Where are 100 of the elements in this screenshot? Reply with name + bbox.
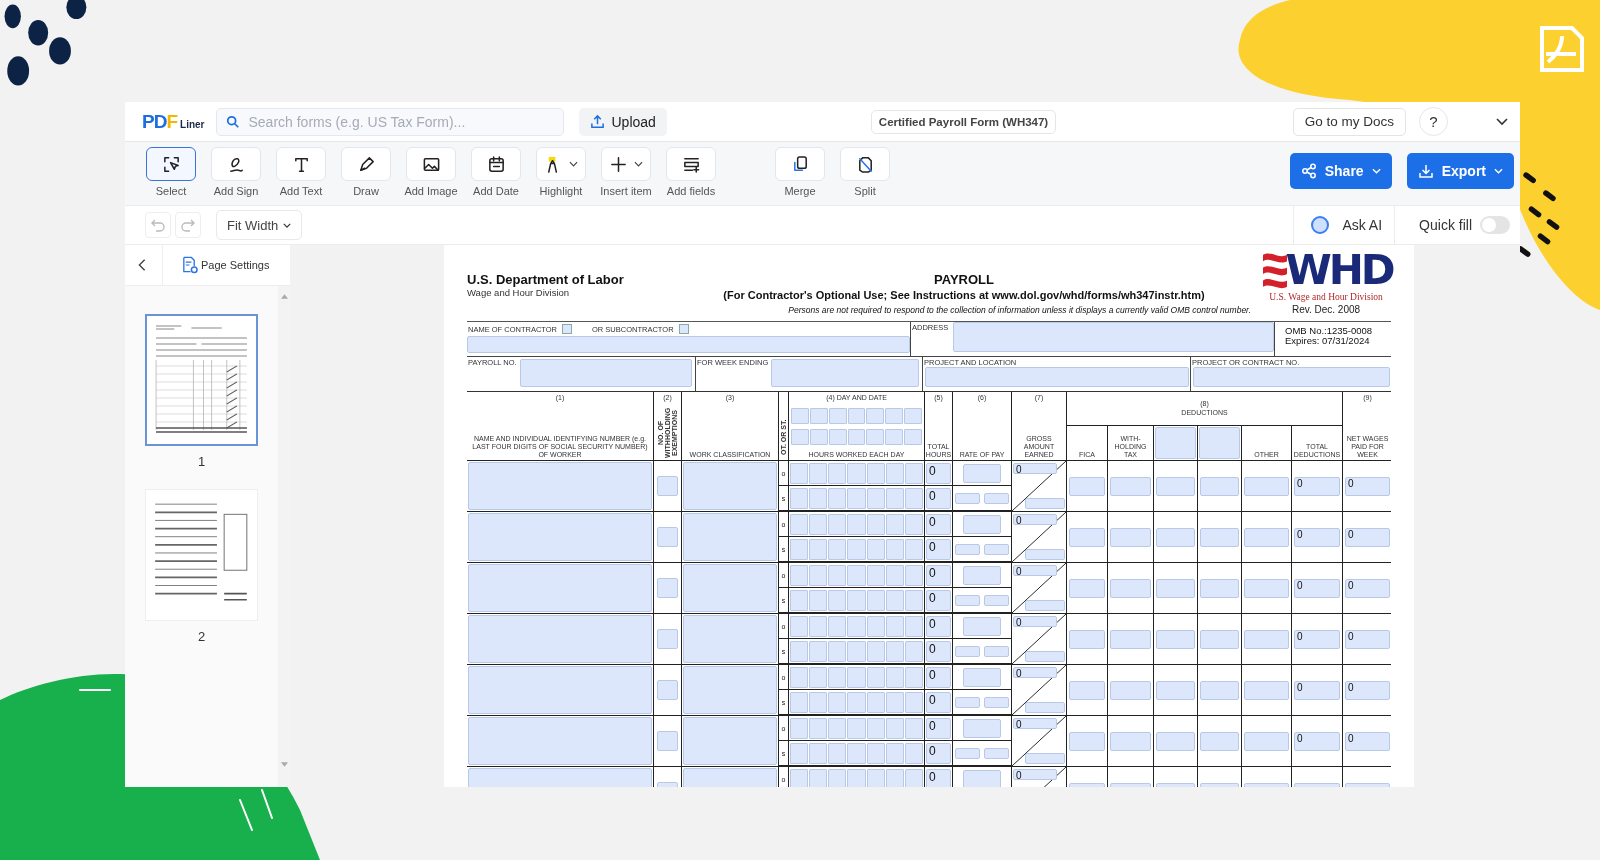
form-field[interactable]: [963, 463, 1001, 483]
form-field[interactable]: [866, 717, 885, 739]
form-field[interactable]: [963, 769, 1001, 787]
form-field[interactable]: [1200, 476, 1239, 496]
checkbox[interactable]: [678, 323, 689, 334]
form-field[interactable]: [809, 742, 828, 764]
form-field[interactable]: [828, 742, 847, 764]
form-field[interactable]: 0: [1294, 578, 1340, 598]
form-field[interactable]: [790, 742, 809, 764]
form-field[interactable]: [847, 513, 866, 535]
form-field[interactable]: 0: [1345, 680, 1390, 700]
form-field[interactable]: [847, 407, 866, 424]
form-field[interactable]: [1200, 527, 1239, 547]
form-field[interactable]: 0: [1013, 514, 1057, 525]
form-field[interactable]: [828, 768, 847, 787]
form-field[interactable]: [1193, 367, 1390, 387]
form-field[interactable]: [984, 543, 1009, 555]
form-field[interactable]: [963, 667, 1001, 687]
export-button[interactable]: Export: [1406, 153, 1514, 189]
form-field[interactable]: [963, 616, 1001, 636]
form-field[interactable]: [790, 589, 809, 611]
form-field[interactable]: [809, 407, 828, 424]
form-field[interactable]: 0: [1345, 527, 1390, 547]
form-field[interactable]: [866, 487, 885, 509]
form-field[interactable]: [828, 589, 847, 611]
form-field[interactable]: [984, 594, 1009, 606]
form-field[interactable]: [828, 691, 847, 713]
form-field[interactable]: 0: [926, 768, 951, 787]
form-field[interactable]: [984, 645, 1009, 657]
form-field[interactable]: [683, 666, 777, 714]
form-field[interactable]: [847, 564, 866, 586]
form-field[interactable]: [828, 666, 847, 688]
form-field[interactable]: [683, 717, 777, 765]
form-field[interactable]: [1025, 651, 1065, 662]
form-field[interactable]: [790, 487, 809, 509]
form-field[interactable]: [790, 691, 809, 713]
form-field[interactable]: [904, 589, 923, 611]
form-field[interactable]: [904, 691, 923, 713]
form-field[interactable]: [468, 513, 652, 561]
form-field[interactable]: [866, 564, 885, 586]
form-field[interactable]: [866, 538, 885, 560]
form-field[interactable]: [963, 565, 1001, 585]
form-field[interactable]: [885, 462, 904, 484]
form-field[interactable]: [1244, 527, 1289, 547]
form-field[interactable]: 0: [926, 640, 951, 662]
form-field[interactable]: [904, 513, 923, 535]
form-field[interactable]: [828, 487, 847, 509]
share-button[interactable]: Share: [1289, 153, 1392, 189]
form-field[interactable]: 0: [1294, 731, 1340, 751]
form-field[interactable]: [657, 731, 678, 751]
form-field[interactable]: [885, 538, 904, 560]
form-field[interactable]: 0: [1345, 578, 1390, 598]
form-field[interactable]: [847, 666, 866, 688]
form-field[interactable]: [828, 429, 847, 446]
form-field[interactable]: 0: [1013, 565, 1057, 576]
form-field[interactable]: 0: [1013, 769, 1057, 780]
form-field[interactable]: [925, 367, 1189, 387]
form-field[interactable]: [847, 589, 866, 611]
form-field[interactable]: [904, 742, 923, 764]
form-field[interactable]: 0: [1294, 527, 1340, 547]
form-field[interactable]: [1156, 629, 1195, 649]
form-field[interactable]: [885, 589, 904, 611]
form-field[interactable]: [904, 768, 923, 787]
form-field[interactable]: [885, 717, 904, 739]
form-field[interactable]: [904, 538, 923, 560]
form-field[interactable]: 0: [926, 691, 951, 713]
form-field[interactable]: [809, 429, 828, 446]
form-field[interactable]: [904, 429, 922, 446]
form-field[interactable]: [1110, 680, 1151, 700]
form-field[interactable]: [984, 492, 1009, 504]
form-field[interactable]: [1199, 427, 1240, 459]
form-field[interactable]: [657, 476, 678, 496]
form-field[interactable]: [847, 742, 866, 764]
form-field[interactable]: [809, 615, 828, 637]
form-field[interactable]: 0: [1345, 629, 1390, 649]
form-field[interactable]: [809, 717, 828, 739]
form-field[interactable]: [809, 513, 828, 535]
form-field[interactable]: [790, 717, 809, 739]
form-field[interactable]: [683, 513, 777, 561]
form-field[interactable]: [885, 564, 904, 586]
form-field[interactable]: [1156, 527, 1195, 547]
form-field[interactable]: 0: [1294, 629, 1340, 649]
form-field[interactable]: [1156, 578, 1195, 598]
form-field[interactable]: [1244, 578, 1289, 598]
form-field[interactable]: [847, 717, 866, 739]
form-field[interactable]: [828, 462, 847, 484]
form-field[interactable]: [904, 640, 923, 662]
form-field[interactable]: [1025, 549, 1065, 560]
form-field[interactable]: [828, 615, 847, 637]
ask-ai-button[interactable]: Ask AI: [1293, 206, 1396, 244]
zoom-dropdown[interactable]: Fit Width: [216, 210, 303, 240]
form-field[interactable]: [904, 564, 923, 586]
form-field[interactable]: 0: [926, 564, 951, 586]
collapse-icon[interactable]: [137, 258, 147, 272]
form-field[interactable]: 0: [1013, 667, 1057, 678]
form-field[interactable]: [657, 629, 678, 649]
form-field[interactable]: [683, 564, 777, 612]
form-field[interactable]: [955, 594, 980, 606]
form-field[interactable]: [885, 768, 904, 787]
form-field[interactable]: [1244, 476, 1289, 496]
